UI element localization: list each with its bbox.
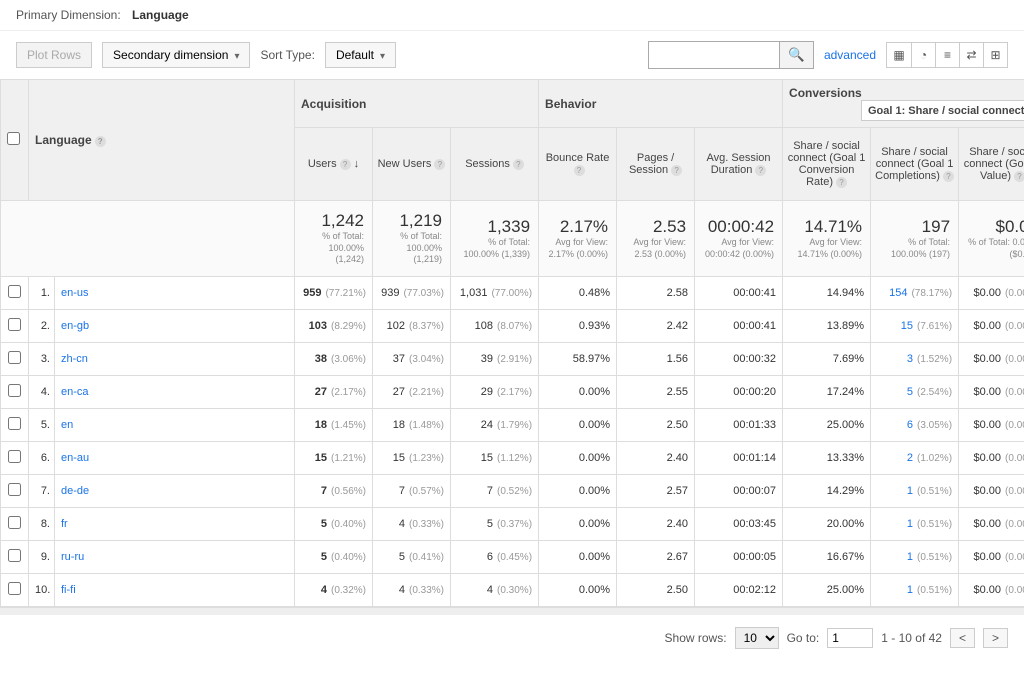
help-icon[interactable]: ?	[574, 165, 585, 176]
goal-selector-dropdown[interactable]: Goal 1: Share / social connect	[861, 100, 1024, 121]
table-row: 4.en-ca27(2.17%)27(2.21%)29(2.17%)0.00%2…	[1, 376, 1024, 409]
row-index: 4.	[29, 376, 55, 409]
show-rows-select[interactable]: 10	[735, 627, 779, 649]
table-row: 6.en-au15(1.21%)15(1.23%)15(1.12%)0.00%2…	[1, 442, 1024, 475]
pivot-view-icon[interactable]: ⊞	[983, 43, 1007, 67]
column-sessions[interactable]: Sessions?	[451, 128, 539, 201]
search-input[interactable]	[649, 43, 779, 67]
help-icon[interactable]: ?	[434, 159, 445, 170]
row-checkbox[interactable]	[8, 450, 21, 463]
data-table: Language? Acquisition Behavior Conversio…	[0, 79, 1024, 607]
row-index: 10.	[29, 574, 55, 607]
row-checkbox[interactable]	[8, 318, 21, 331]
table-row: 3.zh-cn38(3.06%)37(3.04%)39(2.91%)58.97%…	[1, 343, 1024, 376]
language-link[interactable]: en-us	[55, 277, 295, 310]
row-index: 5.	[29, 409, 55, 442]
row-index: 2.	[29, 310, 55, 343]
comparison-view-icon[interactable]: ⇄	[959, 43, 983, 67]
language-link[interactable]: fi-fi	[55, 574, 295, 607]
table-row: 7.de-de7(0.56%)7(0.57%)7(0.52%)0.00%2.57…	[1, 475, 1024, 508]
row-index: 3.	[29, 343, 55, 376]
column-value[interactable]: Share / social connect (Goal 1 Value)?	[959, 128, 1024, 201]
language-link[interactable]: en-au	[55, 442, 295, 475]
row-checkbox[interactable]	[8, 384, 21, 397]
row-checkbox[interactable]	[8, 549, 21, 562]
table-view-icon[interactable]: ▦	[887, 43, 911, 67]
table-row: 2.en-gb103(8.29%)102(8.37%)108(8.07%)0.9…	[1, 310, 1024, 343]
column-new-users[interactable]: New Users?	[373, 128, 451, 201]
help-icon[interactable]: ?	[340, 159, 351, 170]
search-button[interactable]: 🔍	[779, 42, 813, 68]
group-conversions: Conversions Goal 1: Share / social conne…	[783, 80, 1024, 128]
column-avg-duration[interactable]: Avg. Session Duration?	[695, 128, 783, 201]
select-all-header	[1, 80, 29, 201]
row-checkbox[interactable]	[8, 417, 21, 430]
language-link[interactable]: ru-ru	[55, 541, 295, 574]
language-link[interactable]: zh-cn	[55, 343, 295, 376]
row-checkbox[interactable]	[8, 351, 21, 364]
help-icon[interactable]: ?	[836, 177, 847, 188]
row-checkbox[interactable]	[8, 582, 21, 595]
row-index: 6.	[29, 442, 55, 475]
pagination-footer: Show rows: 10 Go to: 1 - 10 of 42 < >	[0, 615, 1024, 661]
plot-rows-button: Plot Rows	[16, 42, 92, 68]
advanced-link[interactable]: advanced	[824, 48, 876, 62]
search-wrap: 🔍	[648, 41, 814, 69]
search-icon: 🔍	[788, 47, 805, 62]
help-icon[interactable]: ?	[671, 165, 682, 176]
row-index: 8.	[29, 508, 55, 541]
totals-row: 1,242% of Total: 100.00% (1,242) 1,219% …	[1, 201, 1024, 277]
help-icon[interactable]: ?	[943, 171, 954, 182]
pie-view-icon[interactable]: ◔	[911, 43, 935, 67]
language-link[interactable]: en-gb	[55, 310, 295, 343]
row-checkbox[interactable]	[8, 516, 21, 529]
select-all-checkbox[interactable]	[7, 132, 20, 145]
prev-page-button[interactable]: <	[950, 628, 975, 648]
sort-type-dropdown[interactable]: Default	[325, 42, 396, 68]
table-row: 10.fi-fi4(0.32%)4(0.33%)4(0.30%)0.00%2.5…	[1, 574, 1024, 607]
primary-dimension-value[interactable]: Language	[132, 8, 189, 22]
help-icon[interactable]: ?	[513, 159, 524, 170]
help-icon[interactable]: ?	[755, 165, 766, 176]
secondary-dimension-dropdown[interactable]: Secondary dimension	[102, 42, 250, 68]
column-conv-rate[interactable]: Share / social connect (Goal 1 Conversio…	[783, 128, 871, 201]
group-behavior: Behavior	[539, 80, 783, 128]
table-row: 9.ru-ru5(0.40%)5(0.41%)6(0.45%)0.00%2.67…	[1, 541, 1024, 574]
go-to-label: Go to:	[787, 631, 820, 645]
view-icons: ▦ ◔ ≡ ⇄ ⊞	[886, 42, 1008, 68]
next-page-button[interactable]: >	[983, 628, 1008, 648]
row-checkbox[interactable]	[8, 285, 21, 298]
horizontal-scrollbar[interactable]	[0, 607, 1024, 615]
help-icon[interactable]: ?	[95, 136, 106, 147]
column-pages-session[interactable]: Pages / Session?	[617, 128, 695, 201]
bars-view-icon[interactable]: ≡	[935, 43, 959, 67]
table-row: 1.en-us959(77.21%)939(77.03%)1,031(77.00…	[1, 277, 1024, 310]
help-icon[interactable]: ?	[1014, 171, 1024, 182]
row-index: 7.	[29, 475, 55, 508]
language-link[interactable]: en-ca	[55, 376, 295, 409]
row-index: 9.	[29, 541, 55, 574]
sort-type-label: Sort Type:	[260, 48, 314, 62]
primary-dimension-bar: Primary Dimension: Language	[0, 0, 1024, 31]
row-checkbox[interactable]	[8, 483, 21, 496]
group-acquisition: Acquisition	[295, 80, 539, 128]
table-row: 8.fr5(0.40%)4(0.33%)5(0.37%)0.00%2.4000:…	[1, 508, 1024, 541]
column-language[interactable]: Language?	[29, 80, 295, 201]
row-index: 1.	[29, 277, 55, 310]
table-row: 5.en18(1.45%)18(1.48%)24(1.79%)0.00%2.50…	[1, 409, 1024, 442]
language-link[interactable]: en	[55, 409, 295, 442]
column-users[interactable]: Users?	[295, 128, 373, 201]
language-link[interactable]: fr	[55, 508, 295, 541]
show-rows-label: Show rows:	[665, 631, 727, 645]
go-to-input[interactable]	[827, 628, 873, 648]
column-completions[interactable]: Share / social connect (Goal 1 Completio…	[871, 128, 959, 201]
page-range: 1 - 10 of 42	[881, 631, 942, 645]
column-bounce-rate[interactable]: Bounce Rate?	[539, 128, 617, 201]
language-link[interactable]: de-de	[55, 475, 295, 508]
primary-dimension-label: Primary Dimension:	[16, 8, 121, 22]
toolbar: Plot Rows Secondary dimension Sort Type:…	[0, 31, 1024, 79]
